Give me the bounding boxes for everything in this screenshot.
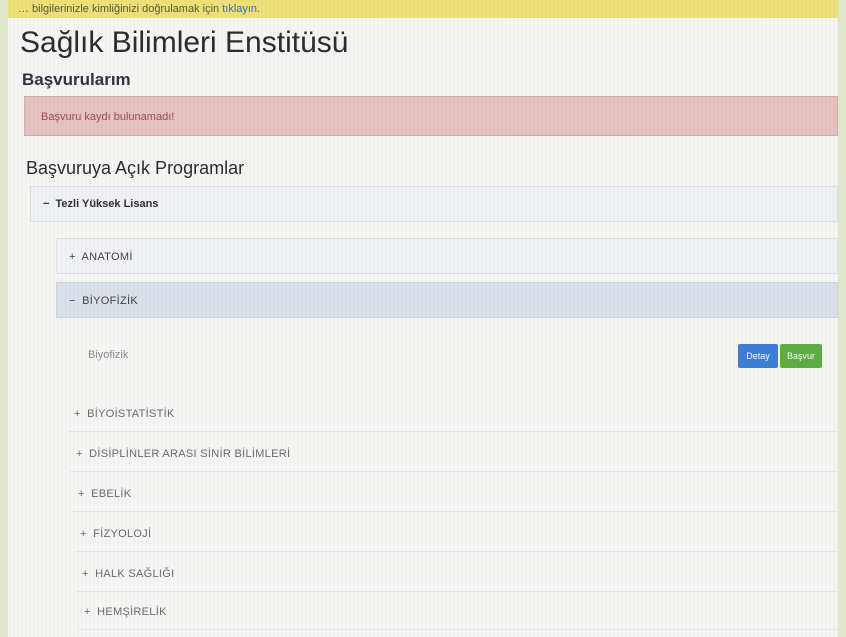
open-programs-title: Başvuruya Açık Programlar xyxy=(26,158,245,178)
program-label: HALK SAĞLIĞI xyxy=(95,568,175,580)
program-label: EBELİK xyxy=(91,488,132,500)
expand-icon: + xyxy=(82,568,89,580)
collapse-icon: − xyxy=(43,198,50,210)
program-label: FİZYOLOJİ xyxy=(93,528,152,540)
program-item-anatomi[interactable]: + ANATOMİ xyxy=(56,238,838,274)
program-group-tezli-yuksek-lisans[interactable]: − Tezli Yüksek Lisans xyxy=(30,186,838,222)
expand-icon: + xyxy=(78,488,85,500)
expand-icon: + xyxy=(69,251,76,263)
program-label: DİSİPLİNLER ARASI SİNİR BİLİMLERİ xyxy=(89,448,291,460)
program-item-biyofizik[interactable]: − BİYOFİZİK xyxy=(56,282,838,318)
no-record-alert: Başvuru kaydı bulunamadı! xyxy=(24,96,838,136)
verify-link[interactable]: tıklayın. xyxy=(222,3,260,15)
program-item-hemsirelik[interactable]: + HEMŞİRELİK xyxy=(78,594,838,630)
expand-icon: + xyxy=(76,448,83,460)
banner-text: … bilgilerinizle kimliğinizi doğrulamak … xyxy=(18,3,220,15)
program-item-ebelik[interactable]: + EBELİK xyxy=(72,476,838,512)
applications-title: Başvurularım xyxy=(22,70,131,89)
program-detail-label: Biyofizik xyxy=(88,349,129,361)
apply-button[interactable]: Başvur xyxy=(780,344,822,368)
program-detail-row: Biyofizik Detay Başvur xyxy=(88,344,838,370)
detail-button[interactable]: Detay xyxy=(738,344,778,368)
expand-icon: + xyxy=(74,408,81,420)
expand-icon: + xyxy=(84,606,91,618)
program-label: BİYOFİZİK xyxy=(82,295,138,307)
no-record-alert-text: Başvuru kaydı bulunamadı! xyxy=(41,111,175,123)
screen: … bilgilerinizle kimliğinizi doğrulamak … xyxy=(8,0,838,637)
program-item-halk-sagligi[interactable]: + HALK SAĞLIĞI xyxy=(76,556,838,592)
program-item-fizyoloji[interactable]: + FİZYOLOJİ xyxy=(74,516,838,552)
program-group-label: Tezli Yüksek Lisans xyxy=(55,198,159,210)
program-item-disiplinler-arasi-sinir-bilimleri[interactable]: + DİSİPLİNLER ARASI SİNİR BİLİMLERİ xyxy=(70,436,838,472)
expand-icon: + xyxy=(80,528,87,540)
program-label: HEMŞİRELİK xyxy=(97,606,167,618)
verification-banner: … bilgilerinizle kimliğinizi doğrulamak … xyxy=(8,0,838,18)
collapse-icon: − xyxy=(69,295,76,307)
program-label: ANATOMİ xyxy=(81,251,133,263)
program-label: BİYOİSTATİSTİK xyxy=(87,408,175,420)
page-title: Sağlık Bilimleri Enstitüsü xyxy=(20,26,349,59)
program-item-biyoistatistik[interactable]: + BİYOİSTATİSTİK xyxy=(68,396,838,432)
